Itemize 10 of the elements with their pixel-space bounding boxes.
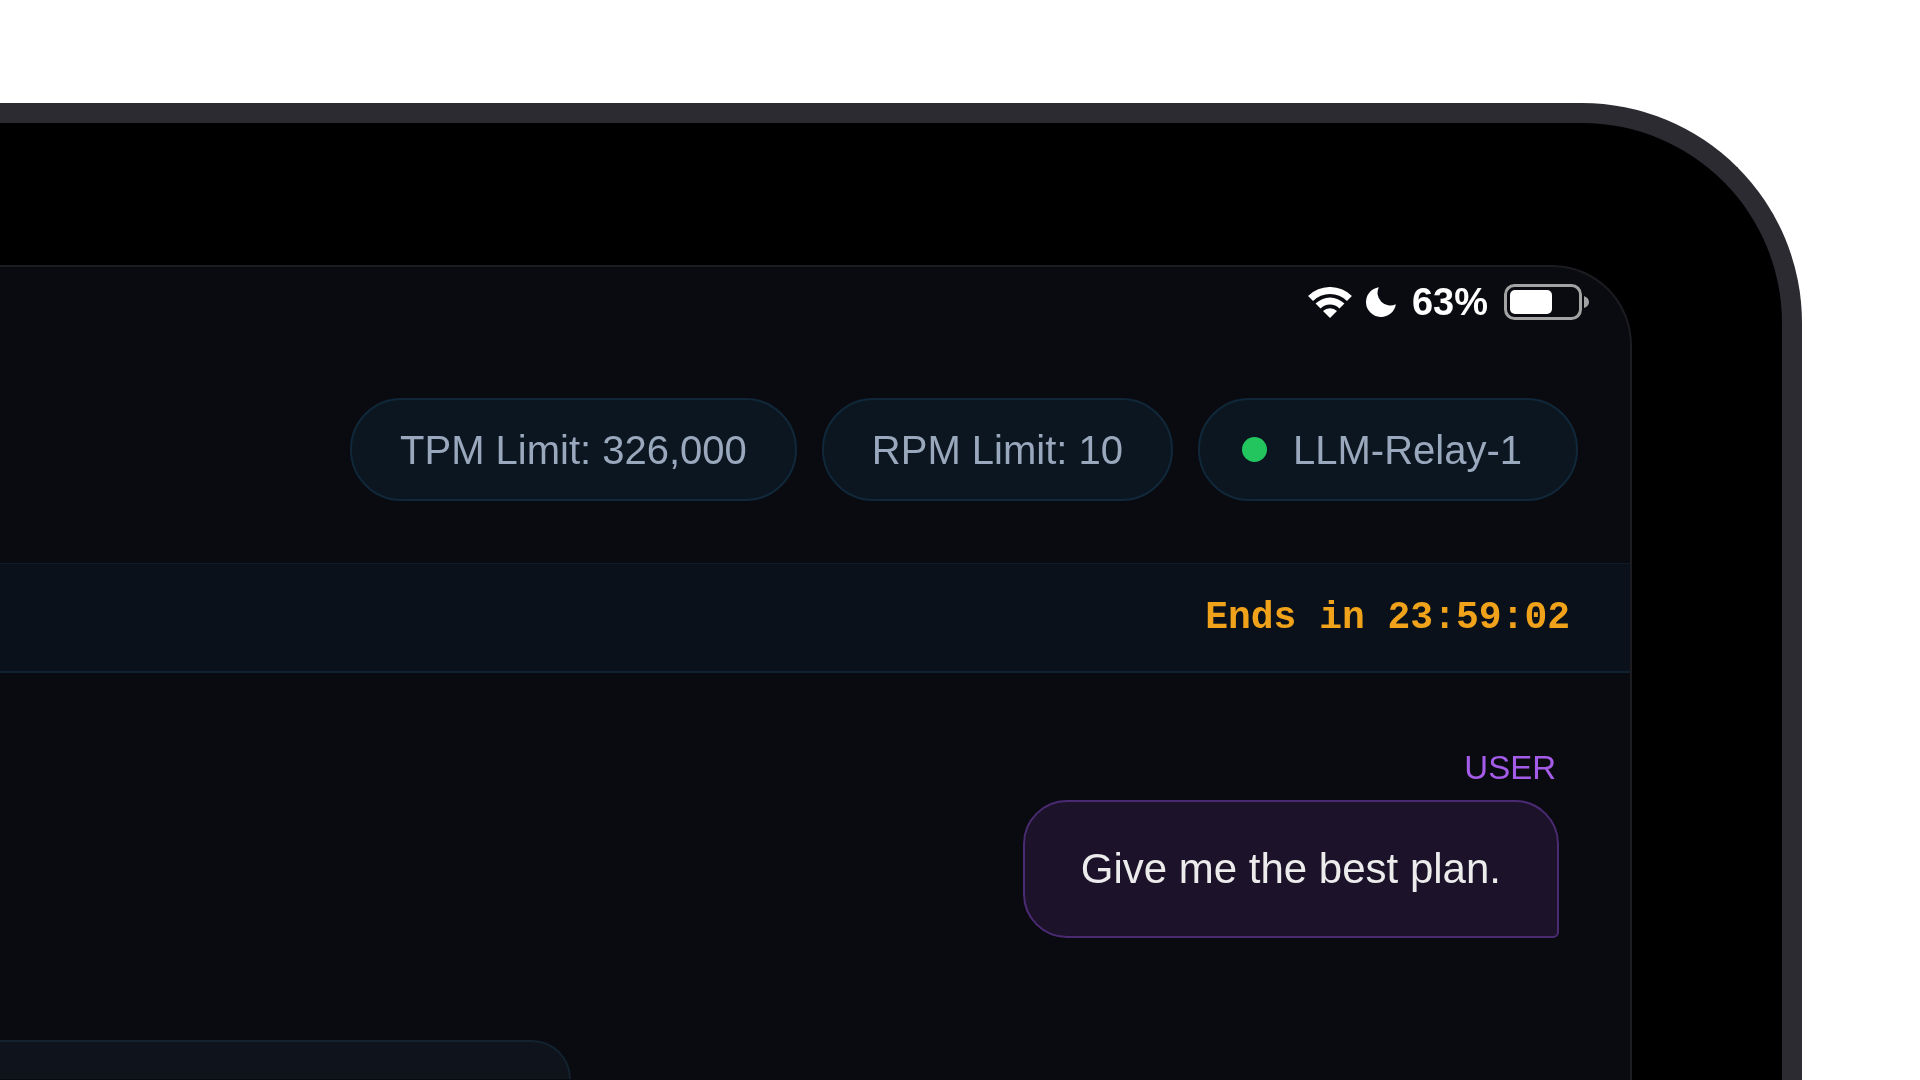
moon-icon [1365, 287, 1396, 317]
wifi-icon [1307, 286, 1352, 318]
user-message: Give me the best plan. [1022, 799, 1559, 938]
limit-badge: RPM Limit: 10 [821, 398, 1174, 501]
battery-icon [1504, 284, 1589, 320]
battery-percent: 63% [1411, 283, 1488, 321]
limit-badge: TPM Limit: 326,000 [350, 398, 797, 501]
countdown-text: Ends in 23:59:02 [1205, 598, 1570, 637]
sender-label: USER [1464, 748, 1556, 788]
server-name: LLM-Relay-1 [1293, 429, 1522, 470]
